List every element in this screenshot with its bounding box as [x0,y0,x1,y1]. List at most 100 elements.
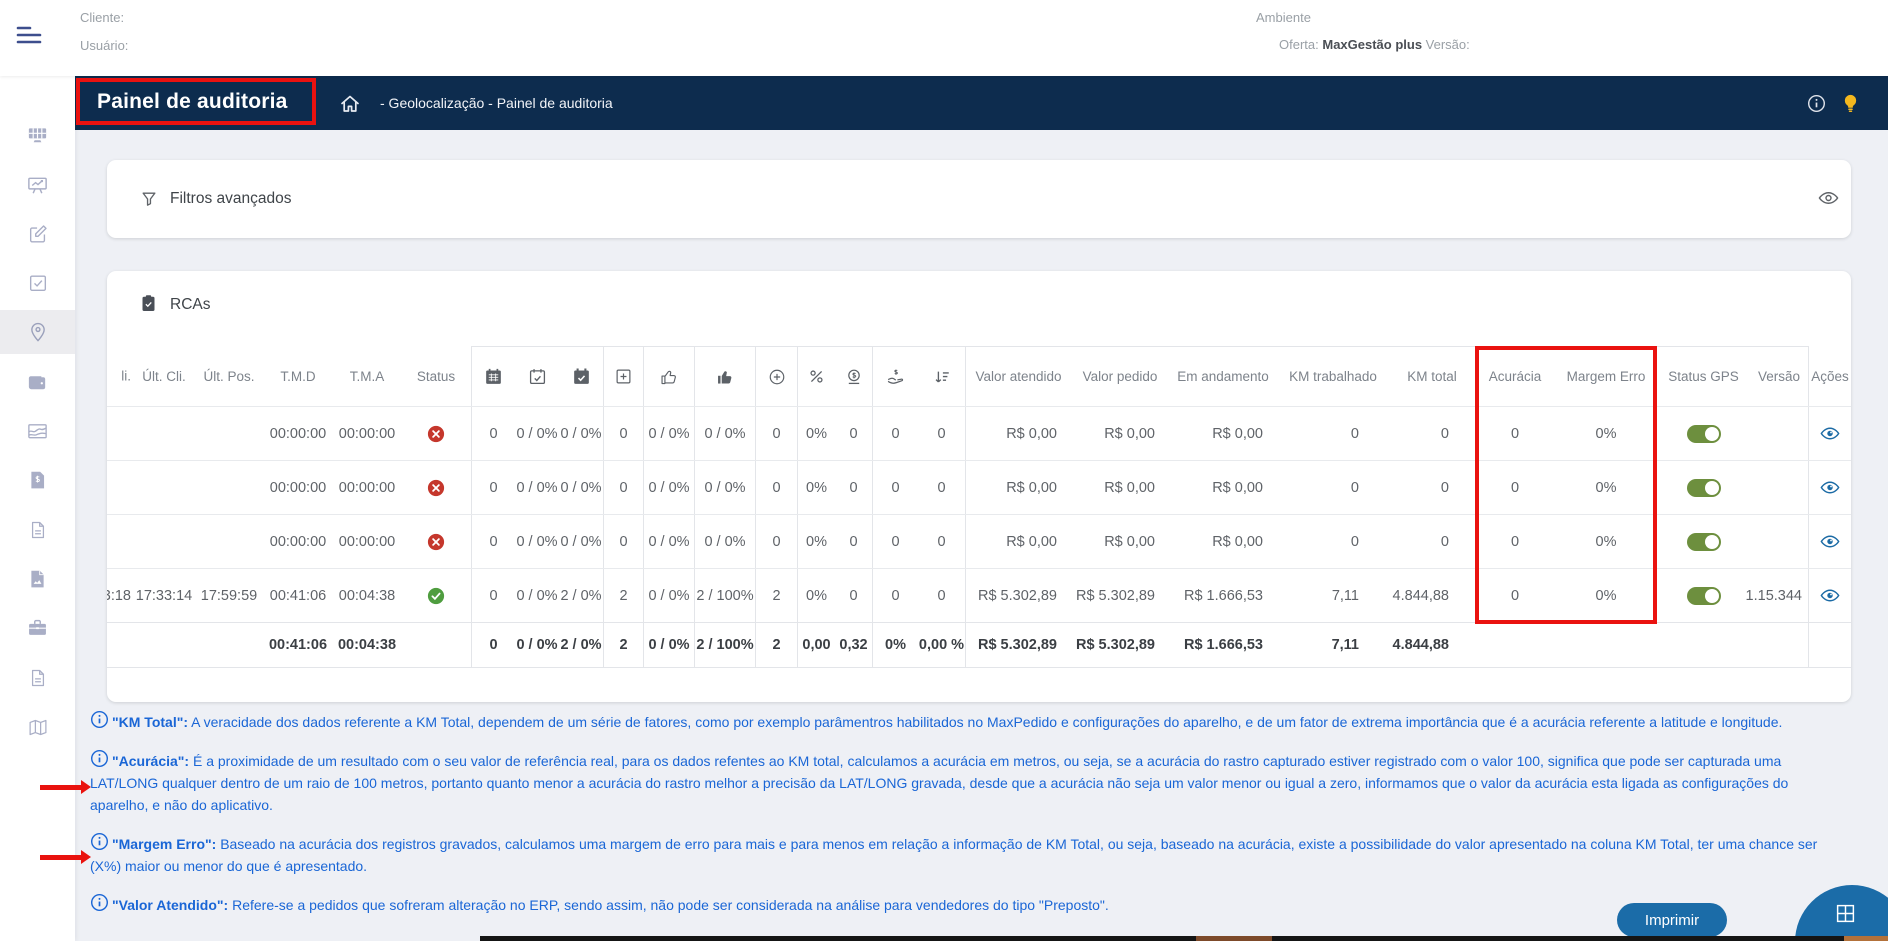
table-cell: 0 [755,515,797,568]
map-icon [27,717,49,738]
table-cell: 0 [471,569,515,622]
sidebar-item-presentation-chart[interactable] [0,163,75,207]
table-cell: 0 [1475,407,1555,460]
table-row: 00:00:0000:00:0000 / 0%0 / 0%00 / 0%0 / … [107,514,1851,568]
visibility-eye-icon[interactable] [1818,191,1839,205]
table-cell [107,515,133,568]
view-details-button[interactable] [1820,589,1840,602]
table-cell [133,407,195,460]
footnote-text: Baseado na acurácia dos registros gravad… [90,836,1817,874]
table-cell [1750,623,1808,667]
table-cell: 00:04:38 [333,623,401,667]
taskbar-segment [1196,936,1272,941]
table-cell: 0 / 0% [694,515,755,568]
table-cell: 0 [872,569,918,622]
column-header-status_gps: Status GPS [1657,346,1750,406]
table-cell: 2 / 100% [694,569,755,622]
gps-toggle-on[interactable] [1687,587,1721,605]
table-cell: 2 / 100% [694,623,755,667]
lightbulb-icon[interactable] [1840,92,1861,114]
view-details-button[interactable] [1820,427,1840,440]
coin-dollar-icon [846,368,862,386]
sidebar [0,76,75,941]
table-cell: 00:00:00 [263,515,333,568]
table-cell: 0% [797,407,835,460]
info-circle-icon[interactable] [90,749,109,768]
table-cell: 0 [755,407,797,460]
table-cell: 0 [835,407,872,460]
sidebar-item-invoice[interactable] [0,458,75,502]
sidebar-item-document[interactable] [0,508,75,552]
print-button[interactable]: Imprimir [1617,903,1727,937]
sidebar-item-report[interactable] [0,557,75,601]
page-title-box: Painel de auditoria [76,78,316,125]
table-cell: 0 [1277,461,1389,514]
footnote-label: "Valor Atendido": [112,897,228,913]
info-circle-icon[interactable] [1807,94,1826,113]
table-cell [1657,515,1750,568]
table-cell: 0,32 [835,623,872,667]
table-row: 00:00:0000:00:0000 / 0%0 / 0%00 / 0%0 / … [107,460,1851,514]
table-cell: 0 [872,515,918,568]
page-header: Painel de auditoria - Geolocalização - P… [75,76,1888,130]
menu-toggle-button[interactable] [14,24,44,49]
gps-toggle-on[interactable] [1687,533,1721,551]
sort-amount-icon [933,368,951,386]
sidebar-item-area-chart[interactable] [0,409,75,453]
info-circle-icon[interactable] [90,832,109,851]
briefcase-icon [26,617,49,639]
table-row: 00:00:0000:00:0000 / 0%0 / 0%00 / 0%0 / … [107,406,1851,460]
table-cell: R$ 0,00 [1169,461,1277,514]
gps-toggle-on[interactable] [1687,479,1721,497]
breadcrumb-home-icon[interactable] [338,92,362,116]
table-cell [401,407,471,460]
table-cell [1475,623,1555,667]
table-cell: R$ 0,00 [965,515,1071,568]
table-cell: 0 [603,407,643,460]
column-header-sort [918,346,965,406]
column-header-percent [797,346,835,406]
wallet-icon [26,371,49,394]
table-cell [1750,407,1808,460]
table-cell [195,623,263,667]
column-header-ult_cli: Últ. Cli. [133,346,195,406]
column-header-ult_pos: Últ. Pos. [195,346,263,406]
sidebar-item-location-pin[interactable] [0,310,75,354]
table-cell [1808,515,1851,568]
table-cell: 0 [835,461,872,514]
footnote-acuracia: "Acurácia": É a proximidade de um result… [90,747,1846,816]
table-cell: 00:04:38 [333,569,401,622]
dashboard-icon [26,124,49,147]
info-circle-icon[interactable] [90,893,109,912]
table-header-row: li.Últ. Cli.Últ. Pos.T.M.DT.M.AStatusVal… [107,346,1851,406]
table-cell: 0,00 % [918,623,965,667]
view-details-button[interactable] [1820,481,1840,494]
sidebar-item-map[interactable] [0,705,75,749]
sidebar-item-edit[interactable] [0,212,75,256]
sidebar-item-dashboard[interactable] [0,113,75,157]
column-header-hand [872,346,918,406]
table-cell [195,407,263,460]
table-totals-row: 00:41:0600:04:3800 / 0%2 / 0%20 / 0%2 / … [107,622,1851,668]
sidebar-item-checkbox[interactable] [0,261,75,305]
table-cell: 0 / 0% [515,407,559,460]
info-circle-icon[interactable] [90,710,109,729]
gps-toggle-on[interactable] [1687,425,1721,443]
table-cell: 0 / 0% [559,407,603,460]
calendar-grid-icon [484,367,503,386]
table-cell: 2 / 0% [559,569,603,622]
table-cell: R$ 1.666,53 [1169,569,1277,622]
sidebar-item-wallet[interactable] [0,360,75,404]
sidebar-item-briefcase[interactable] [0,606,75,650]
sidebar-item-document[interactable] [0,656,75,700]
filters-panel[interactable]: Filtros avançados [107,160,1851,238]
table-cell: R$ 0,00 [1169,407,1277,460]
breadcrumb: - Geolocalização - Painel de auditoria [380,95,613,111]
table-cell [195,515,263,568]
client-label: Cliente: [80,10,124,25]
table-cell [401,461,471,514]
view-details-button[interactable] [1820,535,1840,548]
column-header-em_andamento: Em andamento [1169,346,1277,406]
table-cell: 0 / 0% [643,623,694,667]
table-cell: 0 / 0% [694,461,755,514]
